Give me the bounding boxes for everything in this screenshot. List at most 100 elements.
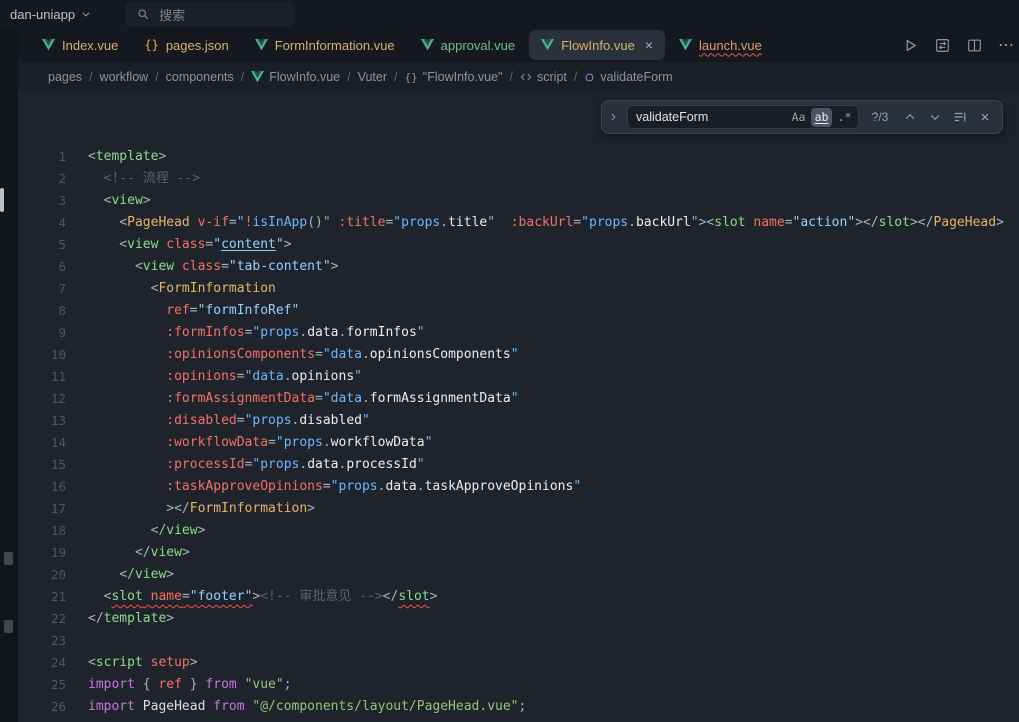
close-tab-button[interactable]: × xyxy=(645,38,653,52)
editor-tab[interactable]: {}pages.json xyxy=(132,30,240,60)
code-token: " xyxy=(417,457,425,472)
find-in-selection-button[interactable] xyxy=(951,108,969,126)
code-line[interactable]: 26import PageHead from "@/components/lay… xyxy=(18,696,1019,718)
vue-icon xyxy=(679,39,692,51)
code-token: . xyxy=(362,391,370,406)
code-line[interactable]: 5 <view class="content"> xyxy=(18,234,1019,256)
code-line[interactable]: 1<template> xyxy=(18,146,1019,168)
code-token: = xyxy=(573,215,581,230)
code-line-content: :processId="props.data.processId" xyxy=(88,454,1019,476)
regex-toggle[interactable]: .* xyxy=(834,108,855,127)
code-line-content: <!-- 流程 --> xyxy=(88,168,1019,190)
code-line[interactable]: 9 :formInfos="props.data.formInfos" xyxy=(18,322,1019,344)
code-line[interactable]: 14 :workflowData="props.workflowData" xyxy=(18,432,1019,454)
code-line[interactable]: 12 :formAssignmentData="data.formAssignm… xyxy=(18,388,1019,410)
code-line[interactable]: 19 </view> xyxy=(18,542,1019,564)
code-token: < xyxy=(88,237,127,252)
code-token: " xyxy=(581,215,589,230)
breadcrumb-item[interactable]: Vuter xyxy=(358,70,387,84)
editor-tab[interactable]: FlowInfo.vue× xyxy=(529,30,665,60)
code-line[interactable]: 10 :opinionsComponents="data.opinionsCom… xyxy=(18,344,1019,366)
code-line[interactable]: 18 </view> xyxy=(18,520,1019,542)
vue-icon xyxy=(42,39,55,51)
code-token: " xyxy=(276,237,284,252)
code-token: view xyxy=(143,259,174,274)
code-line[interactable]: 24<script setup> xyxy=(18,652,1019,674)
code-line-content xyxy=(88,630,1019,652)
editor-tab[interactable]: launch.vue xyxy=(667,30,774,60)
code-line[interactable]: 15 :processId="props.data.processId" xyxy=(18,454,1019,476)
breadcrumb-item[interactable]: validateForm xyxy=(584,70,672,84)
code-token: view xyxy=(151,545,182,560)
breadcrumb-item-label: validateForm xyxy=(600,70,672,84)
code-token: > xyxy=(307,501,315,516)
breadcrumb-item[interactable]: pages xyxy=(48,70,82,84)
code-token xyxy=(88,369,166,384)
find-input[interactable]: validateForm Aaab.* xyxy=(627,105,859,129)
code-line[interactable]: 17 ></FormInformation> xyxy=(18,498,1019,520)
code-line[interactable]: 13 :disabled="props.disabled" xyxy=(18,410,1019,432)
code-line[interactable]: 2 <!-- 流程 --> xyxy=(18,168,1019,190)
code-token: " xyxy=(425,435,433,450)
find-previous-button[interactable] xyxy=(901,108,919,126)
split-editor-button[interactable] xyxy=(965,36,983,54)
code-line[interactable]: 22</template> xyxy=(18,608,1019,630)
code-line[interactable]: 8 ref="formInfoRef" xyxy=(18,300,1019,322)
command-center-search[interactable]: 搜索 xyxy=(125,2,295,27)
line-number: 2 xyxy=(18,168,88,190)
code-token: < xyxy=(88,259,143,274)
code-token: </ xyxy=(88,567,135,582)
code-token: > xyxy=(166,567,174,582)
more-actions-button[interactable]: ⋯ xyxy=(997,36,1015,54)
code-token: props xyxy=(284,435,323,450)
code-line[interactable]: 25import { ref } from "vue"; xyxy=(18,674,1019,696)
breadcrumb-separator: / xyxy=(394,70,397,84)
code-line[interactable]: 3 <view> xyxy=(18,190,1019,212)
breadcrumb-separator: / xyxy=(155,70,158,84)
editor-actions: ⋯ xyxy=(887,36,1019,62)
code-line[interactable]: 16 :taskApproveOpinions="props.data.task… xyxy=(18,476,1019,498)
code-line[interactable]: 20 </view> xyxy=(18,564,1019,586)
code-line[interactable]: 11 :opinions="data.opinions" xyxy=(18,366,1019,388)
code-token: </ xyxy=(88,545,151,560)
code-token: workflowData xyxy=(331,435,425,450)
run-button[interactable] xyxy=(901,36,919,54)
code-line[interactable]: 6 <view class="tab-content"> xyxy=(18,256,1019,278)
editor-tab[interactable]: Index.vue xyxy=(30,30,130,60)
code-line[interactable]: 23 xyxy=(18,630,1019,652)
code-token: content xyxy=(221,237,276,252)
code-token xyxy=(88,347,166,362)
workspace-switcher[interactable]: dan-uniapp xyxy=(2,4,99,25)
line-number: 3 xyxy=(18,190,88,212)
code-token: = xyxy=(315,347,323,362)
breadcrumb-item-label: components xyxy=(166,70,234,84)
toggle-replace-button[interactable] xyxy=(608,112,620,122)
whole-word-toggle[interactable]: ab xyxy=(811,108,832,127)
code-token: data xyxy=(252,369,283,384)
breadcrumb-item[interactable]: workflow xyxy=(100,70,149,84)
find-next-button[interactable] xyxy=(926,108,944,126)
left-rail xyxy=(0,28,18,722)
code-line[interactable]: 7 <FormInformation xyxy=(18,278,1019,300)
line-number: 19 xyxy=(18,542,88,564)
breadcrumb-item[interactable]: components xyxy=(166,70,234,84)
code-token: :disabled xyxy=(166,413,236,428)
close-find-button[interactable]: × xyxy=(976,108,994,126)
open-changes-button[interactable] xyxy=(933,36,951,54)
breadcrumb-item[interactable]: {}"FlowInfo.vue" xyxy=(405,70,503,84)
breadcrumb-item[interactable]: FlowInfo.vue xyxy=(251,70,340,84)
code-line[interactable]: 21 <slot name="footer"><!-- 审批意见 --></sl… xyxy=(18,586,1019,608)
code-area[interactable]: 1<template>2 <!-- 流程 -->3 <view>4 <PageH… xyxy=(18,92,1019,718)
code-line[interactable]: 4 <PageHead v-if="!isInApp()" :title="pr… xyxy=(18,212,1019,234)
line-number: 15 xyxy=(18,454,88,476)
code-token: class xyxy=(166,237,205,252)
code-token: slot xyxy=(398,589,429,604)
match-case-toggle[interactable]: Aa xyxy=(788,108,809,127)
code-token: . xyxy=(323,435,331,450)
code-token: class xyxy=(182,259,221,274)
code-token: PageHead xyxy=(933,215,996,230)
code-line-content: <template> xyxy=(88,146,1019,168)
editor-tab[interactable]: approval.vue xyxy=(409,30,527,60)
editor-tab[interactable]: FormInformation.vue xyxy=(243,30,407,60)
breadcrumb-item[interactable]: script xyxy=(520,70,567,84)
